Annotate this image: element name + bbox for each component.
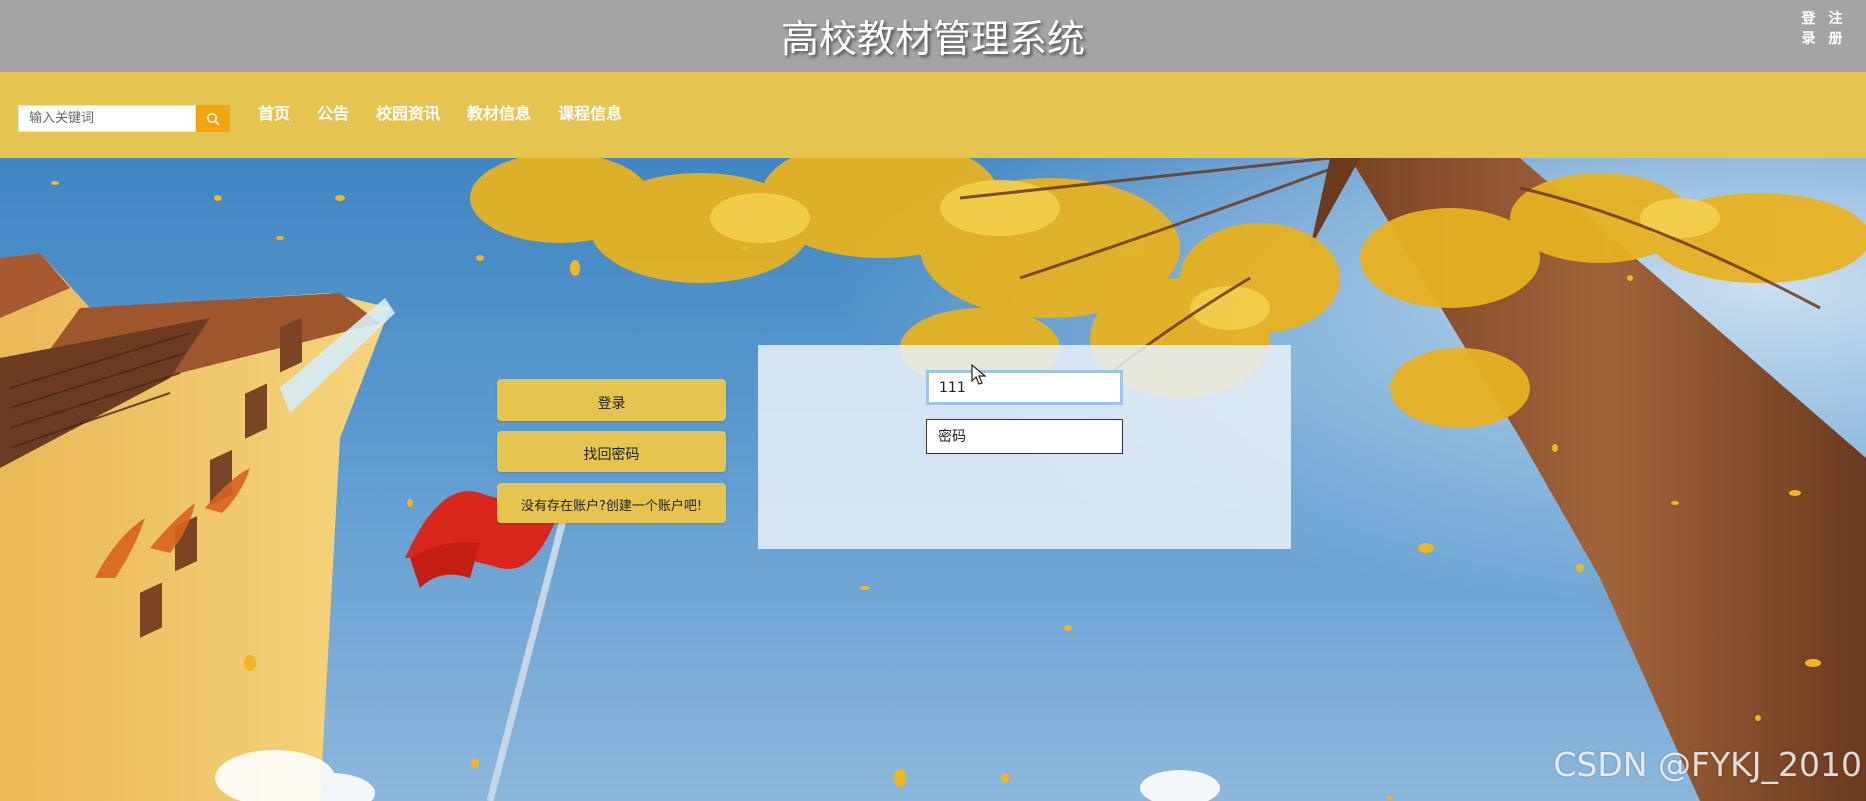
register-link-bottom: 册 [1828, 31, 1843, 47]
nav-item-courses[interactable]: 课程信息 [558, 102, 622, 126]
register-link[interactable]: 注 册 [1827, 9, 1844, 49]
nav-item-campus-news[interactable]: 校园资讯 [376, 102, 440, 126]
search-input[interactable] [18, 105, 196, 132]
search-button[interactable] [196, 105, 230, 132]
create-account-button[interactable]: 没有存在账户?创建一个账户吧! [497, 483, 726, 523]
nav-bar: 首页 公告 校园资讯 教材信息 课程信息 [0, 72, 1866, 158]
login-link[interactable]: 登 录 [1800, 9, 1817, 49]
search-icon [206, 112, 220, 125]
watermark: CSDN @FYKJ_2010 [1553, 745, 1862, 784]
login-button[interactable]: 登录 [497, 379, 726, 421]
forgot-password-button[interactable]: 找回密码 [497, 431, 726, 472]
register-link-top: 注 [1828, 11, 1843, 27]
nav-item-home[interactable]: 首页 [258, 102, 290, 126]
site-title: 高校教材管理系统 [780, 17, 1085, 61]
login-link-bottom: 录 [1801, 31, 1816, 47]
login-link-top: 登 [1801, 11, 1816, 27]
mouse-cursor-icon [971, 364, 987, 385]
password-field[interactable] [926, 419, 1123, 454]
nav-item-textbooks[interactable]: 教材信息 [467, 102, 531, 126]
username-field[interactable] [926, 370, 1123, 405]
nav-menu: 首页 公告 校园资讯 教材信息 课程信息 [258, 102, 649, 126]
auth-links: 登 录 注 册 [1800, 9, 1844, 49]
nav-item-announcements[interactable]: 公告 [317, 102, 349, 126]
title-bar: 高校教材管理系统 登 录 注 册 [0, 0, 1866, 72]
